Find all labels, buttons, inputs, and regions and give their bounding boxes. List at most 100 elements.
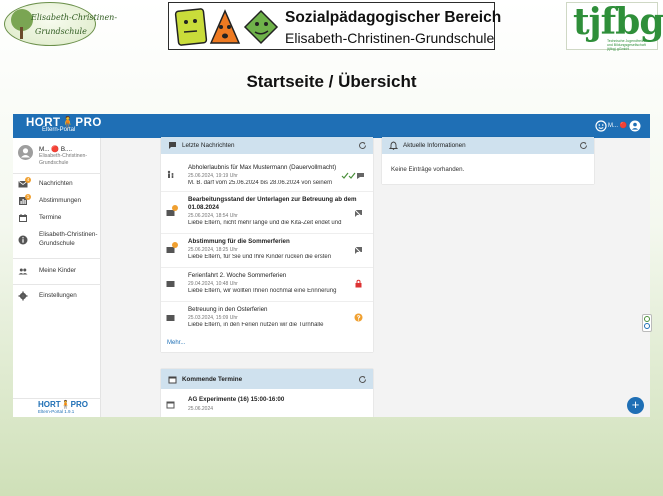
school-logo: Elisabeth-Christinen- Grundschule [4,2,117,46]
sidebar-item-meine-kinder[interactable]: Meine Kinder [13,261,101,281]
message-preview: Liebe Eltern, in den Ferien nutzen wir d… [188,322,324,328]
info-card: Aktuelle Informationen Keine Einträge vo… [382,137,594,184]
school-logo-line1: Elisabeth-Christinen- [31,13,118,22]
brand-logo[interactable]: HORT🧍PRO Eltern-Portal [26,115,102,133]
hidden-chat-icon [354,209,363,218]
checks-icon [341,172,364,179]
lock-icon [355,279,362,288]
footer-brand: HORT🧍PRO [38,400,88,409]
events-card-title: Kommende Termine [182,376,243,383]
message-preview: Liebe Eltern, wir wollten Ihnen nochmal … [188,288,337,294]
sidebar-item-label-line1: Elisabeth-Christinen- [39,231,98,238]
sidebar-divider [13,258,101,259]
message-date: 25.06.2024, 19:19 Uhr [188,173,238,179]
people-icon [18,268,28,275]
smiley-icon[interactable] [595,120,607,132]
message-divider [161,233,373,234]
sidebar-item-label: Meine Kinder [39,267,77,274]
sidebar-item-label: Termine [39,214,62,221]
message-title: Ferienfahrt 2. Woche Sommerferien [188,272,287,279]
message-title-line2: 01.08.2024 [188,204,219,211]
info-empty-text: Keine Einträge vorhanden. [391,166,465,173]
page-title: Startseite / Übersicht [246,72,417,91]
refresh-icon[interactable] [358,375,367,384]
mail-icon [166,281,175,287]
family-icon [167,170,174,178]
more-link[interactable]: Mehr... [167,340,185,346]
banner-subtitle: Elisabeth-Christinen-Grundschule [285,30,495,46]
message-item[interactable]: Bearbeitungsstand der Unterlagen zur Bet… [161,193,373,234]
user-school-line1: Elisabeth-Christinen- [39,153,88,159]
avatar[interactable] [18,145,33,160]
tree-trunk [20,27,23,39]
bell-icon [389,141,398,150]
unread-badge: 4 [25,177,31,183]
message-title: Abholerlaubnis für Max Mustermann (Dauer… [188,164,337,171]
side-tools[interactable] [642,314,652,332]
message-item[interactable]: Betreuung in den Osterferien 25.03.2024,… [161,303,373,333]
sidebar-item-label: Nachrichten [39,180,73,187]
gear-icon [18,291,28,301]
sidebar-divider [13,398,101,399]
message-divider [161,301,373,302]
mail-icon [166,315,175,321]
user-school-line2: Grundschule [39,160,69,166]
events-card-header: Kommende Termine [161,369,373,389]
message-date: 25.03.2024, 15:09 Uhr [188,315,238,321]
topbar: HORT🧍PRO Eltern-Portal M... 🔴 [13,114,650,138]
add-button[interactable]: + [627,397,644,414]
message-preview: Liebe Eltern, für Sie und Ihre Kinder rü… [188,254,332,260]
refresh-icon[interactable] [358,141,367,150]
partner-logo-text: tjfbg [573,1,663,43]
messages-card-header: Letzte Nachrichten [161,137,373,154]
partner-logo-small: Technische Jugendfreizeit- und Bildungsg… [607,39,649,51]
calendar-icon [168,376,177,384]
footer-version: Eltern-Portal 1.9.1 [38,409,75,414]
message-date: 25.06.2024, 18:25 Uhr [188,247,238,253]
info-card-title: Aktuelle Informationen [403,142,466,149]
info-card-header: Aktuelle Informationen [382,137,594,154]
calendar-icon [166,401,175,409]
school-logo-line2: Grundschule [35,27,87,36]
messages-card: Letzte Nachrichten Abholerlaubnis für Ma… [161,137,373,352]
message-preview: Liebe Eltern, nicht mehr lange und die K… [188,220,342,226]
sidebar-item-einstellungen[interactable]: Einstellungen [13,286,101,306]
sidebar-item-school[interactable]: Elisabeth-Christinen- Grundschule [13,227,101,253]
sidebar-divider [13,284,101,285]
calendar-icon [19,214,27,222]
event-item[interactable]: AG Experimente (16) 15:00-16:00 25.06.20… [161,393,373,415]
account-icon[interactable] [629,120,641,132]
top-user-label[interactable]: M... 🔴 [608,122,627,129]
messages-card-title: Letzte Nachrichten [182,142,235,149]
events-card: Kommende Termine AG Experimente (16) 15:… [161,369,373,417]
poll-badge: 1 [25,194,31,200]
sidebar-item-label: Abstimmungen [39,197,81,204]
partner-logo: tjfbg Technische Jugendfreizeit- und Bil… [566,1,663,51]
message-title: Abstimmung für die Sommerferien [188,238,290,245]
new-badge [172,242,178,248]
message-divider [161,191,373,192]
chat-icon [169,142,176,149]
message-date: 29.04.2024, 10:48 Uhr [188,281,238,287]
refresh-icon[interactable] [579,141,588,150]
banner-title: Sozialpädagogischer Bereich [285,9,502,26]
sidebar: M... 🔴 B.... Elisabeth-Christinen- Grund… [13,138,101,417]
message-item[interactable]: Ferienfahrt 2. Woche Sommerferien 29.04.… [161,269,373,302]
user-name: M... 🔴 B.... [39,146,73,153]
sidebar-item-label: Einstellungen [39,292,77,299]
message-preview: M. B. darf vom 25.06.2024 bis 28.06.2024… [188,180,333,186]
message-date: 25.06.2024, 18:54 Uhr [188,213,238,219]
faces-icon [174,8,279,46]
person-icon [21,148,30,158]
message-divider [161,267,373,268]
message-item[interactable]: Abstimmung für die Sommerferien 25.06.20… [161,235,373,268]
event-date: 25.06.2024 [188,406,214,412]
sidebar-item-termine[interactable]: Termine [13,208,101,228]
event-title: AG Experimente (16) 15:00-16:00 [188,396,285,403]
new-badge [172,205,178,211]
message-title-line1: Bearbeitungsstand der Unterlagen zur Bet… [188,196,357,203]
sidebar-item-label-line2: Grundschule [39,240,75,247]
app-window: HORT🧍PRO Eltern-Portal M... 🔴 M... 🔴 B..… [13,114,650,417]
message-item[interactable]: Abholerlaubnis für Max Mustermann (Dauer… [161,159,373,192]
help-icon [354,313,363,322]
